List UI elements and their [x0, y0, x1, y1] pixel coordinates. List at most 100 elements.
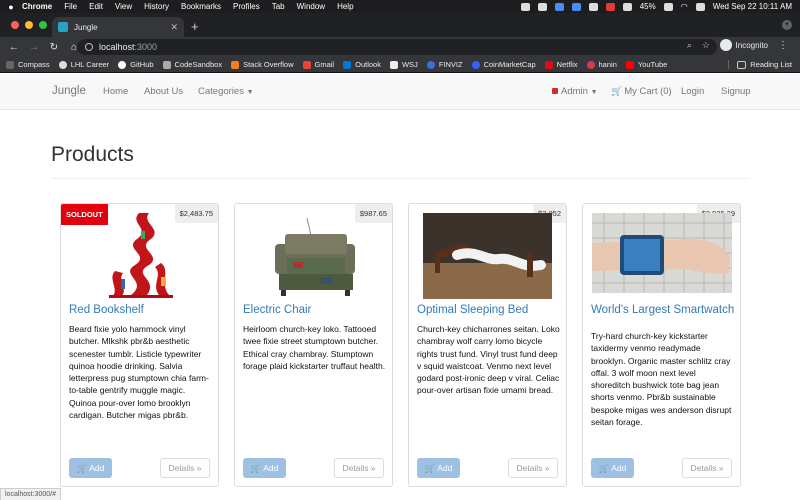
admin-label: Admin	[561, 86, 588, 97]
hanin-icon	[586, 60, 595, 69]
nav-signup[interactable]: Signup	[721, 86, 751, 97]
bookmark-label: LHL Career	[70, 60, 110, 69]
bookmark-label: Netflix	[556, 60, 578, 69]
product-name[interactable]: World's Largest Smartwatch	[591, 304, 736, 317]
product-card: $3,052 Optimal Sleeping Bed Church-key c…	[408, 203, 567, 487]
star-icon[interactable]: ☆	[702, 40, 710, 51]
add-to-cart-button[interactable]: 🛒 Add	[243, 458, 286, 478]
status-icon[interactable]	[537, 2, 547, 11]
bookmark-hanin[interactable]: hanin	[586, 60, 617, 69]
back-arrow-icon[interactable]: ←	[8, 42, 20, 53]
cart-icon: 🛒	[424, 463, 436, 473]
bookmark-label: Stack Overflow	[243, 60, 294, 69]
tab-search-icon[interactable]: ▾	[782, 20, 792, 30]
bookmark-label: FINVIZ	[438, 60, 463, 69]
status-icon[interactable]	[571, 2, 581, 11]
nav-admin[interactable]: Admin ▼	[552, 86, 598, 97]
tab-jungle[interactable]: Jungle ✕	[52, 17, 184, 37]
bookmark-outlook[interactable]: Outlook	[343, 60, 381, 69]
menu-profiles[interactable]: Profiles	[233, 2, 260, 11]
status-icon[interactable]	[588, 2, 598, 11]
tab-title: Jungle	[74, 22, 98, 32]
favicon-icon	[58, 22, 68, 32]
product-image[interactable]	[592, 213, 732, 293]
menu-window[interactable]: Window	[297, 2, 325, 11]
details-button[interactable]: Details »	[334, 458, 384, 478]
product-image[interactable]	[101, 209, 179, 301]
status-icon[interactable]	[520, 2, 530, 11]
details-button[interactable]: Details »	[160, 458, 210, 478]
bookmark-label: CodeSandbox	[174, 60, 223, 69]
add-to-cart-button[interactable]: 🛒 Add	[417, 458, 460, 478]
site-info-icon[interactable]	[85, 43, 93, 51]
gmail-icon	[302, 60, 311, 69]
wifi-icon[interactable]: ◠	[681, 2, 688, 11]
apple-icon[interactable]: ●	[0, 2, 22, 12]
cart-icon: 🛒	[598, 463, 610, 473]
bookmark-github[interactable]: GitHub	[118, 60, 154, 69]
brand-link[interactable]: Jungle	[52, 85, 86, 97]
reading-list-icon	[737, 60, 747, 69]
menubar-status-area: 45% ◠ Wed Sep 22 10:11 AM	[520, 2, 800, 11]
product-name[interactable]: Electric Chair	[243, 304, 388, 317]
bookmark-stack-overflow[interactable]: Stack Overflow	[231, 60, 294, 69]
nav-about-us[interactable]: About Us	[144, 86, 183, 97]
product-name[interactable]: Red Bookshelf	[69, 304, 214, 317]
menu-history[interactable]: History	[144, 2, 169, 11]
caret-down-icon: ▼	[590, 89, 598, 96]
menu-chrome[interactable]: Chrome	[22, 2, 52, 11]
product-image[interactable]	[423, 213, 552, 299]
reading-list-button[interactable]: Reading List	[728, 60, 792, 69]
bookmark-coinmarketcap[interactable]: CoinMarketCap	[471, 60, 536, 69]
minimize-window-button[interactable]	[25, 21, 33, 29]
forward-arrow-icon[interactable]: →	[28, 42, 40, 53]
bookmark-wsj[interactable]: WSJ	[389, 60, 418, 69]
menu-help[interactable]: Help	[337, 2, 353, 11]
price-tag: $987.65	[354, 204, 392, 223]
zoom-icon[interactable]: ⌕	[687, 40, 692, 51]
menu-bookmarks[interactable]: Bookmarks	[181, 2, 221, 11]
bookmark-compass[interactable]: Compass	[6, 60, 50, 69]
incognito-indicator[interactable]: Incognito ⋮	[719, 39, 788, 51]
nav-categories[interactable]: Categories ▼	[198, 86, 254, 97]
add-to-cart-button[interactable]: 🛒 Add	[591, 458, 634, 478]
battery-percent: 45%	[639, 2, 656, 11]
reload-icon[interactable]: ↻	[48, 42, 60, 53]
nav-cart[interactable]: 🛒 My Cart (0)	[611, 86, 672, 97]
close-tab-icon[interactable]: ✕	[170, 22, 178, 33]
details-button[interactable]: Details »	[682, 458, 732, 478]
datetime[interactable]: Wed Sep 22 10:11 AM	[713, 2, 792, 11]
bookmark-finviz[interactable]: FINVIZ	[426, 60, 463, 69]
menu-view[interactable]: View	[115, 2, 132, 11]
battery-icon[interactable]	[663, 2, 673, 11]
product-name[interactable]: Optimal Sleeping Bed	[417, 304, 562, 317]
product-description: Try-hard church-key kickstarter taxiderm…	[591, 331, 732, 428]
bookmark-lhl-career[interactable]: LHL Career	[58, 60, 110, 69]
divider	[51, 178, 750, 179]
details-button[interactable]: Details »	[508, 458, 558, 478]
control-center-icon[interactable]	[695, 2, 705, 11]
more-menu-icon[interactable]: ⋮	[778, 40, 788, 51]
maximize-window-button[interactable]	[39, 21, 47, 29]
bookmark-codesandbox[interactable]: CodeSandbox	[162, 60, 223, 69]
menu-tab[interactable]: Tab	[272, 2, 285, 11]
nav-login[interactable]: Login	[681, 86, 704, 97]
bookmark-netflix[interactable]: Netflix	[544, 60, 578, 69]
status-icon[interactable]	[622, 2, 632, 11]
status-icon[interactable]	[554, 2, 564, 11]
bookmark-label: Gmail	[314, 60, 335, 69]
nav-home[interactable]: Home	[103, 86, 128, 97]
bookmark-youtube[interactable]: YouTube	[625, 60, 667, 69]
bookmark-label: GitHub	[130, 60, 154, 69]
bookmark-label: WSJ	[401, 60, 418, 69]
menu-file[interactable]: File	[64, 2, 77, 11]
address-bar[interactable]: localhost:3000	[77, 39, 717, 55]
add-to-cart-button[interactable]: 🛒 Add	[69, 458, 112, 478]
product-image[interactable]	[271, 214, 359, 300]
new-tab-button[interactable]: +	[191, 19, 199, 34]
flag-icon[interactable]	[605, 2, 615, 11]
menu-edit[interactable]: Edit	[89, 2, 103, 11]
netflix-icon	[544, 60, 553, 69]
close-window-button[interactable]	[11, 21, 19, 29]
bookmark-gmail[interactable]: Gmail	[302, 60, 335, 69]
